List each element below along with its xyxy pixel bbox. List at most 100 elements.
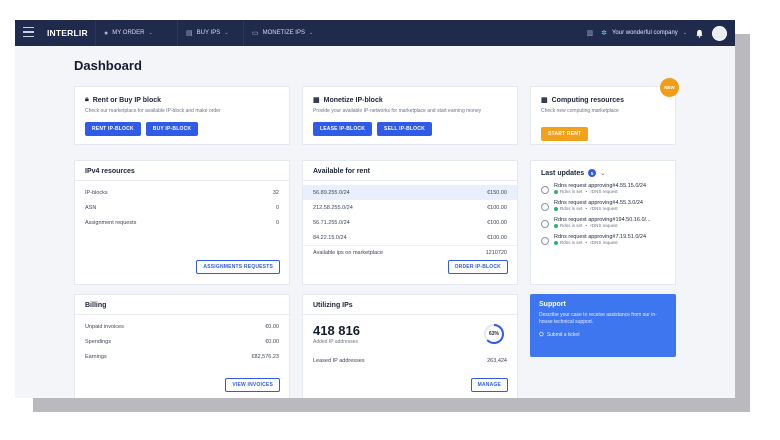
update-type: rDNS request [590,206,618,211]
added-ips-number: 418 816 [313,323,360,338]
last-updates-title: Last updates [541,169,585,177]
available-price: €100.00 [487,219,507,226]
available-ip: 212.58.255.0/24 [313,204,353,211]
assignments-requests-button[interactable]: ASSIGNMENTS REQUESTS [196,260,280,274]
computing-desc: Check new computing marketplace [541,108,619,114]
nav-my-order[interactable]: ● MY ORDER ⌄ [95,20,161,46]
update-type: rDNS request [590,189,618,194]
list-item[interactable]: Rdns request approving#4.55.3.0/24 Rdns … [531,200,675,211]
avatar[interactable] [712,25,727,41]
update-meta: Rdns is set • rDNS request [554,206,643,211]
nav-monetize-ips-label: MONETIZE IPS [262,30,305,36]
chevron-down-icon: ⌄ [682,30,687,36]
billing-title: Billing [75,295,289,315]
update-meta: Rdns is set • rDNS request [554,189,646,194]
billing-rows: Unpaid invoices €0.00 Spendings €0.00 Ea… [75,319,289,364]
billing-row: Unpaid invoices €0.00 [75,319,289,334]
top-navigation-bar: INTERLIR ● MY ORDER ⌄ ▤ BUY IPS ⌄ ▭ MONE… [15,20,735,46]
ipv4-row-label: ASN [85,204,97,211]
available-total-value: 1210720 [485,250,507,256]
update-type: rDNS request [590,240,618,245]
ipv4-rows: IP-blocks 32 ASN 0 Assignment requests 0 [75,185,289,230]
update-status: Rdns is set [560,206,583,211]
ipv4-row-value: 0 [275,204,279,211]
added-ips-label: Added IP addresses [313,339,358,345]
company-switcher[interactable]: ✲ Your wonderful company ⌄ [601,29,687,37]
chevron-down-icon: ⌄ [224,30,229,36]
topbar-right: ▥ ✲ Your wonderful company ⌄ [586,20,727,46]
utilizing-ips-card: Utilizing IPs 418 816 Added IP addresses… [302,294,518,398]
table-row[interactable]: 212.58.255.0/24 €100.00 [303,200,517,215]
bell-icon[interactable] [695,29,704,38]
utilizing-title: Utilizing IPs [303,295,517,315]
support-card[interactable]: Support Describe your case to receive as… [530,294,676,357]
success-dot-icon [554,240,558,245]
computing-title: ▦ Computing resources [541,96,665,105]
lease-ip-block-button[interactable]: LEASE IP-BLOCK [313,122,373,136]
ipv4-resources-card: IPv4 resources IP-blocks 32 ASN 0 Assign… [74,160,290,285]
gauge-label: 63% [488,331,499,337]
hamburger-menu-icon[interactable] [23,27,34,39]
leased-ips-row: Leased IP addresses 263,424 [303,353,517,368]
ipv4-row-label: IP-blocks [85,189,108,196]
status-circle-icon [541,186,549,194]
rent-buy-desc: Check our marketplace for available IP-b… [85,108,221,114]
new-badge: NEW [660,78,679,97]
ipv4-row: IP-blocks 32 [75,185,289,200]
chevron-down-icon: ⌄ [308,30,314,36]
table-row[interactable]: 56.71.255.0/24 €100.00 [303,215,517,230]
rent-buy-actions: RENT IP-BLOCK BUY IP-BLOCK [85,122,279,136]
billing-row-value: €82,576.23 [251,353,279,360]
start-rent-button[interactable]: START RENT [541,127,589,141]
grid-icon: ▦ [541,97,548,104]
sparkle-icon: ✲ [601,30,607,37]
submit-ticket-label: Submit a ticket [546,332,580,338]
chevron-down-icon: ⌄ [600,170,606,177]
billing-row: Spendings €0.00 [75,334,289,349]
available-price: €150.00 [487,189,507,196]
billing-row: Earnings €82,576.23 [75,349,289,364]
dashboard-app: INTERLIR ● MY ORDER ⌄ ▤ BUY IPS ⌄ ▭ MONE… [15,20,735,398]
updates-list: Rdns request approving#4.55.15.0/24 Rdns… [531,183,675,245]
last-updates-header[interactable]: Last updates 5 ⌄ [531,161,675,177]
list-item[interactable]: Rdns request approving#194.50.16.0/... R… [531,217,675,228]
ipv4-row: Assignment requests 0 [75,215,289,230]
billing-row-value: €0.00 [265,323,279,330]
available-ip: 84.22.15.0/24 [313,234,347,241]
ipv4-row-value: 32 [272,189,279,196]
order-ip-block-button[interactable]: ORDER IP-BLOCK [447,260,508,274]
cart-icon: ▤ [186,30,193,37]
table-row[interactable]: 84.22.15.0/24 €100.00 [303,230,517,245]
available-title: Available for rent [303,161,517,181]
submit-ticket-link[interactable]: ⛭ Submit a ticket [539,332,667,339]
available-ip: 56.89.255.0/24 [313,189,350,196]
available-total-row: Available ips on marketplace 1210720 [303,245,517,260]
status-circle-icon [541,220,549,228]
monetize-icon: ▭ [252,30,259,37]
success-dot-icon [554,206,558,211]
nav-buy-ips-label: BUY IPS [196,30,221,36]
update-status: Rdns is set [560,240,583,245]
building-icon[interactable]: ▥ [586,29,593,37]
rent-ip-block-button[interactable]: RENT IP-BLOCK [85,122,141,136]
status-circle-icon [541,237,549,245]
view-invoices-button[interactable]: VIEW INVOICES [225,378,280,392]
nav-buy-ips[interactable]: ▤ BUY IPS ⌄ [177,20,236,46]
buy-ip-block-button[interactable]: BUY IP-BLOCK [145,122,199,136]
lock-icon: 🔒︎ [85,96,89,103]
billing-row-label: Unpaid invoices [85,323,124,330]
monetize-card: ▦ Monetize IP-block Provide your availab… [302,86,518,145]
manage-button[interactable]: MANAGE [470,378,508,392]
list-item[interactable]: Rdns request approving#4.55.15.0/24 Rdns… [531,183,675,194]
success-dot-icon [554,223,558,228]
update-status: Rdns is set [560,223,583,228]
billing-row-label: Earnings [85,353,107,360]
sell-ip-block-button[interactable]: SELL IP-BLOCK [377,122,432,136]
update-meta: Rdns is set • rDNS request [554,240,646,245]
nav-monetize-ips[interactable]: ▭ MONETIZE IPS ⌄ [243,20,321,46]
leased-ips-value: 263,424 [487,357,507,364]
billing-row-label: Spendings [85,338,111,345]
app-logo[interactable]: INTERLIR [47,28,88,38]
table-row[interactable]: 56.89.255.0/24 €150.00 [303,185,517,200]
list-item[interactable]: Rdns request approving#7.19.51.0/24 Rdns… [531,234,675,245]
